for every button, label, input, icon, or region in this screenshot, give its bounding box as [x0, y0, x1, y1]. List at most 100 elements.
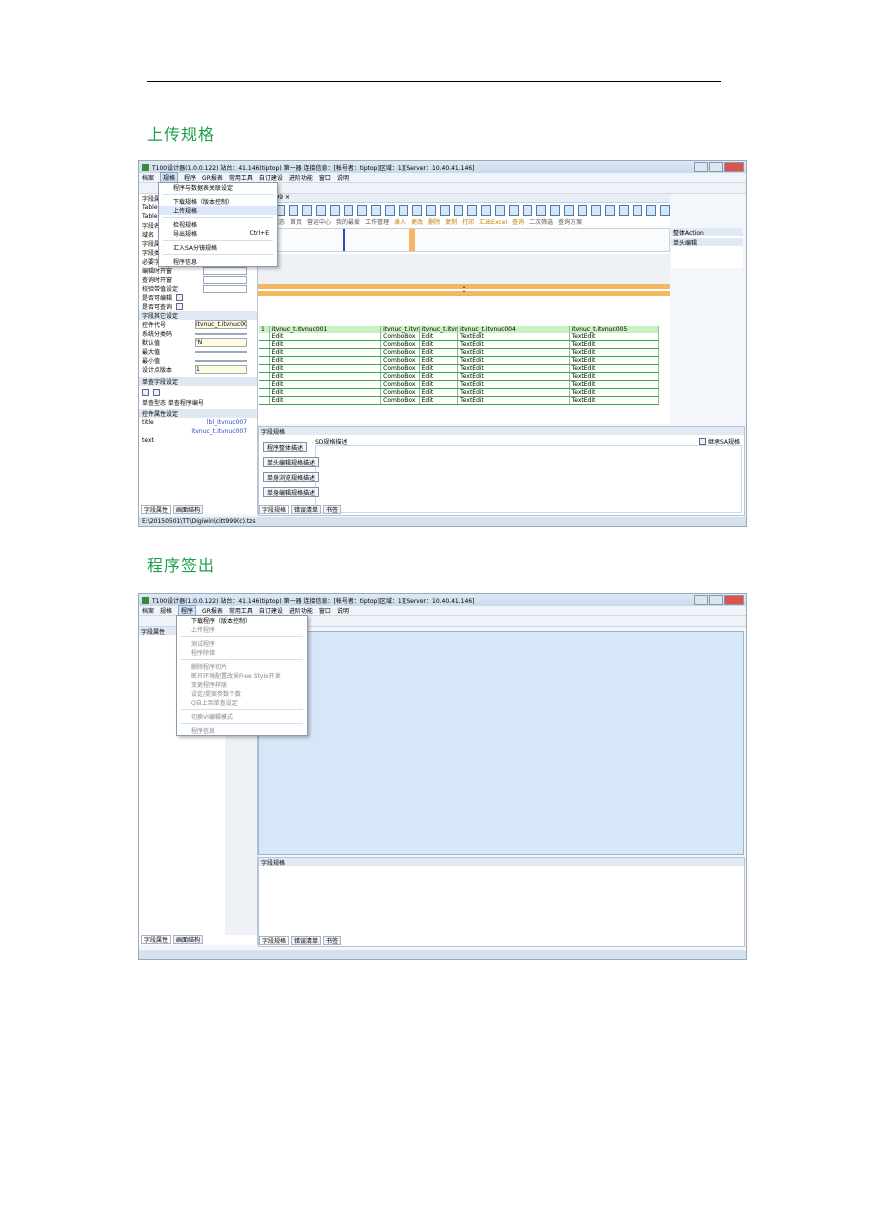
toolbar-icon[interactable] [577, 204, 588, 216]
panel-tab[interactable]: 画面结构 [173, 505, 204, 514]
toolbar-icon[interactable] [660, 204, 670, 216]
right-panel-item[interactable]: 单头编辑 [671, 238, 743, 247]
menu-option[interactable]: 变更程序样版 [177, 680, 307, 689]
action-item[interactable]: 删除 [428, 217, 440, 226]
right-panel-item[interactable]: 整体Action [671, 228, 743, 237]
menu-item[interactable]: GR报表 [202, 606, 223, 615]
menu-option[interactable]: 程序信息 [177, 726, 307, 735]
action-item[interactable]: 二次筛选 [529, 217, 553, 226]
action-item[interactable]: 我的最爱 [336, 217, 360, 226]
menu-item[interactable]: GR报表 [202, 173, 223, 182]
toolbar-icon[interactable] [357, 204, 368, 216]
menu-item[interactable]: 说明 [337, 606, 349, 615]
menu-option[interactable]: 测试程序 [177, 639, 307, 648]
toolbar-icon[interactable] [508, 204, 519, 216]
action-item[interactable]: 首页 [290, 217, 302, 226]
action-item[interactable]: 查询 [512, 217, 524, 226]
grid-header-cell[interactable]: itvnuc_t.itvn [420, 326, 459, 333]
minimize-icon[interactable] [694, 595, 708, 605]
property-value[interactable]: itvnuc_t.itvnuc007 [195, 320, 247, 329]
panel-tab[interactable]: 书签 [323, 936, 342, 945]
toolbar-icon[interactable] [495, 204, 505, 216]
spec-description-button[interactable]: 单头编辑规格描述 [263, 457, 320, 467]
grid-row[interactable]: Edit ComboBox Edit TextEdit TextEdit [259, 397, 659, 405]
toolbar-icon[interactable] [646, 204, 657, 216]
menu-option[interactable]: 导出规格 Ctrl+E [159, 229, 277, 238]
panel-tab[interactable]: 错误清单 [291, 936, 322, 945]
menu-option[interactable]: 程序与数据表关联设定 [159, 183, 277, 192]
section-component[interactable]: 字段其它设定 [139, 311, 257, 320]
action-item[interactable]: 录入 [394, 217, 406, 226]
menu-item[interactable]: 进阶功能 [289, 606, 313, 615]
menu-item[interactable]: 自订建设 [259, 173, 283, 182]
panel-tab[interactable]: 错误清单 [291, 505, 322, 514]
grid-row[interactable]: Edit ComboBox Edit TextEdit TextEdit [259, 381, 659, 389]
toolbar-icon[interactable] [453, 204, 464, 216]
toolbar-icon[interactable] [343, 204, 354, 216]
toolbar-icon[interactable] [302, 204, 313, 216]
section-control[interactable]: 控件属性设定 [139, 409, 257, 418]
action-item[interactable]: 复制 [445, 217, 457, 226]
add-icon[interactable] [142, 388, 149, 396]
close-icon[interactable] [724, 162, 744, 172]
toolbar-icon[interactable] [288, 204, 299, 216]
menu-option[interactable]: 程序信息 [159, 257, 277, 266]
menu-option[interactable]: 上传程序 [177, 625, 307, 634]
menu-option[interactable]: Q自上到单查设定 [177, 698, 307, 707]
spec-description-button[interactable]: 程序整体描述 [263, 442, 308, 452]
menu-item[interactable]: 窗口 [319, 173, 331, 182]
menu-item[interactable]: 常用工具 [229, 173, 253, 182]
toolbar-icon[interactable] [591, 204, 602, 216]
menu-item[interactable]: 自订建设 [259, 606, 283, 615]
section-single-query[interactable]: 单查字段设定 [139, 377, 257, 386]
property-input[interactable] [203, 284, 247, 293]
grid-header-cell[interactable]: itvnuc_t.itvn [381, 326, 420, 333]
toolbar-icon[interactable] [384, 204, 395, 216]
menu-item[interactable]: 说明 [337, 173, 349, 182]
toolbar-icon[interactable] [481, 204, 492, 216]
menu-option[interactable]: 删除程序切片 [177, 662, 307, 671]
menu-item[interactable]: 进阶功能 [289, 173, 313, 182]
menu-item[interactable]: 规格 [160, 606, 172, 615]
maximize-icon[interactable] [709, 595, 723, 605]
property-checkbox[interactable] [176, 294, 184, 301]
property-value[interactable] [195, 332, 247, 335]
design-canvas[interactable] [258, 631, 744, 855]
grid-row[interactable]: Edit ComboBox Edit TextEdit TextEdit [259, 333, 659, 341]
menu-item[interactable]: 程序 [184, 173, 196, 182]
action-item[interactable]: 汇出Excel [479, 217, 507, 226]
toolbar-icon[interactable] [618, 204, 629, 216]
grid-row[interactable]: Edit ComboBox Edit TextEdit TextEdit [259, 373, 659, 381]
panel-tab[interactable]: 书签 [323, 505, 342, 514]
grid-row[interactable]: Edit ComboBox Edit TextEdit TextEdit [259, 389, 659, 397]
toolbar-icon[interactable] [605, 204, 615, 216]
maximize-icon[interactable] [709, 162, 723, 172]
action-item[interactable]: 查询方案 [558, 217, 582, 226]
toolbar-icon[interactable] [522, 204, 533, 216]
property-input[interactable] [203, 266, 247, 275]
panel-tab[interactable]: 画面结构 [173, 935, 204, 944]
toolbar-icon[interactable] [412, 204, 423, 216]
property-value[interactable] [195, 350, 247, 353]
toolbar-icon[interactable] [632, 204, 643, 216]
action-item[interactable]: 营运中心 [307, 217, 331, 226]
menu-option[interactable]: 下载程序（版本控制） [177, 616, 307, 625]
inherit-sa-checkbox[interactable] [698, 438, 706, 445]
menu-item[interactable]: 档案 [142, 173, 154, 182]
toolbar-icon[interactable] [467, 204, 478, 216]
grid-header-cell[interactable]: itvnuc_t.itvnuc001 [270, 326, 382, 333]
property-value[interactable]: 'N [195, 338, 247, 347]
menu-item[interactable]: 档案 [142, 606, 154, 615]
panel-tab[interactable]: 字段规格 [259, 505, 290, 514]
toolbar-icon[interactable] [371, 204, 381, 216]
menu-item[interactable]: 常用工具 [229, 606, 253, 615]
close-icon[interactable] [724, 595, 744, 605]
grid-row[interactable]: Edit ComboBox Edit TextEdit TextEdit [259, 357, 659, 365]
toolbar-icon[interactable] [536, 204, 547, 216]
menu-option[interactable]: 下载规格（版本控制） [159, 197, 277, 206]
panel-tab[interactable]: 字段规格 [259, 936, 290, 945]
grid-row[interactable]: Edit ComboBox Edit TextEdit TextEdit [259, 365, 659, 373]
action-item[interactable]: 工作管理 [365, 217, 389, 226]
menu-item[interactable]: 窗口 [319, 606, 331, 615]
grid-header-cell[interactable]: itvnuc_t.itvnuc004 [458, 326, 570, 333]
